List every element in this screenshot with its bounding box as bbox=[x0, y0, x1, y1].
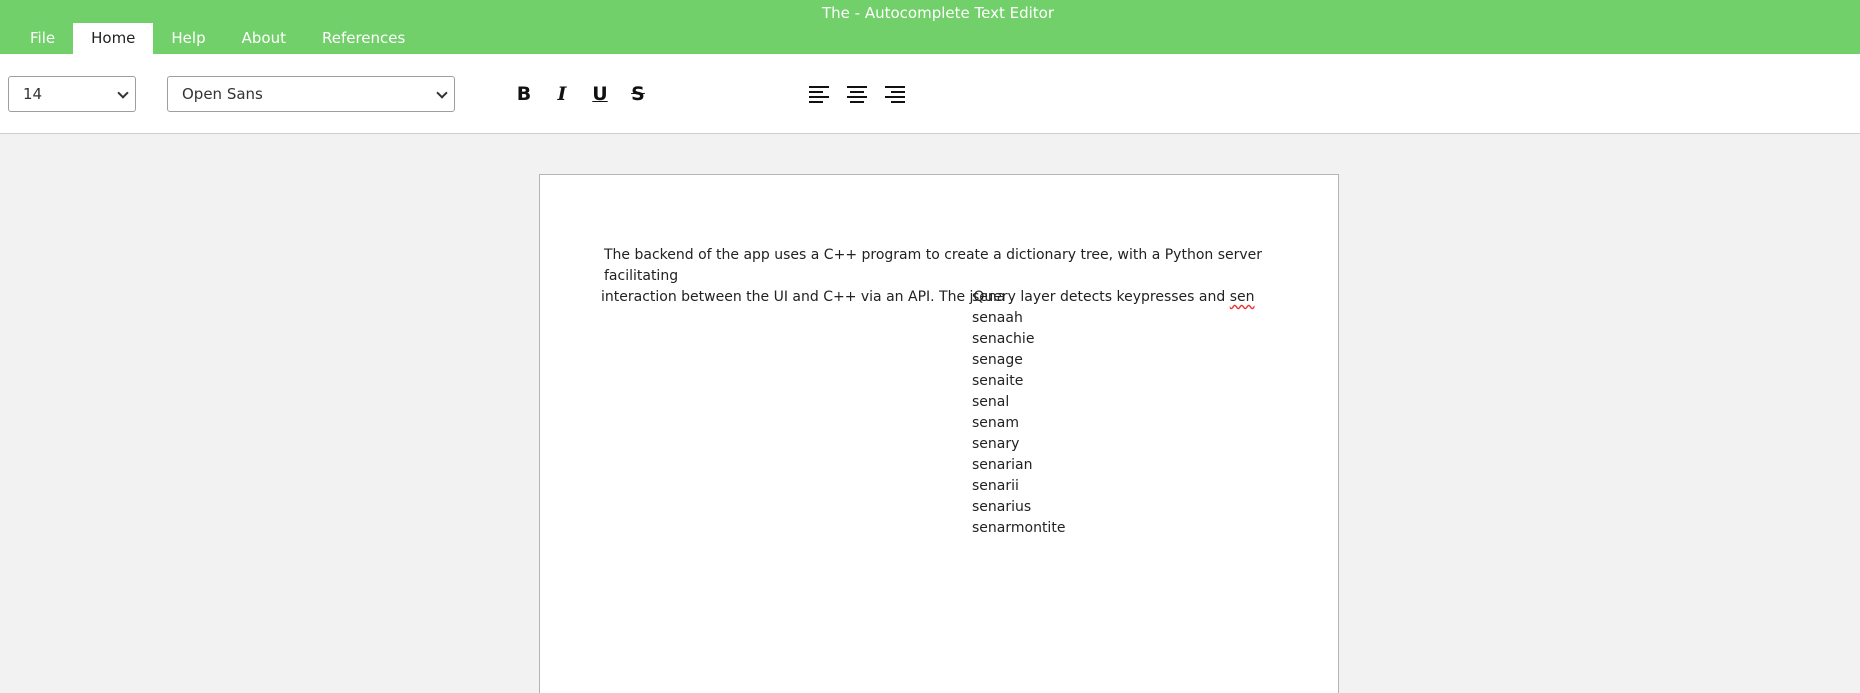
chevron-down-icon bbox=[436, 87, 448, 99]
suggestion-item[interactable]: senal bbox=[972, 392, 1112, 413]
strikethrough-icon[interactable]: S bbox=[624, 80, 652, 108]
document-line: interaction between the UI and C++ via a… bbox=[601, 287, 1301, 308]
align-left-icon[interactable] bbox=[806, 84, 832, 106]
suggestion-item[interactable]: senachie bbox=[972, 329, 1112, 350]
align-right-icon[interactable] bbox=[882, 84, 908, 106]
tab-help[interactable]: Help bbox=[153, 23, 223, 54]
tab-references[interactable]: References bbox=[304, 23, 423, 54]
suggestion-item[interactable]: senage bbox=[972, 350, 1112, 371]
document-text[interactable]: The backend of the app uses a C++ progra… bbox=[601, 245, 1301, 308]
tab-file[interactable]: File bbox=[12, 23, 73, 54]
suggestion-item[interactable]: senam bbox=[972, 413, 1112, 434]
suggestion-item[interactable]: senary bbox=[972, 434, 1112, 455]
suggestion-item[interactable]: senarmontite bbox=[972, 518, 1112, 539]
title-bar: The - Autocomplete Text Editor File Home… bbox=[0, 0, 1860, 54]
font-size-value: 14 bbox=[23, 85, 43, 103]
font-size-select[interactable]: 14 bbox=[8, 76, 136, 112]
suggestion-item[interactable]: senarii bbox=[972, 476, 1112, 497]
window-title: The - Autocomplete Text Editor bbox=[821, 4, 1054, 22]
autocomplete-dropdown: sena senaah senachie senage senaite sena… bbox=[972, 287, 1112, 539]
menu-tabs: File Home Help About References bbox=[12, 23, 423, 54]
document-line-text: interaction between the UI and C++ via a… bbox=[601, 289, 1230, 305]
suggestion-item[interactable]: senaah bbox=[972, 308, 1112, 329]
align-center-icon[interactable] bbox=[844, 84, 870, 106]
suggestion-item[interactable]: sena bbox=[972, 287, 1112, 308]
chevron-down-icon bbox=[117, 87, 129, 99]
document-page[interactable]: The backend of the app uses a C++ progra… bbox=[539, 174, 1339, 693]
italic-icon[interactable]: I bbox=[548, 80, 576, 108]
bold-icon[interactable]: B bbox=[510, 80, 538, 108]
tab-about[interactable]: About bbox=[224, 23, 304, 54]
underline-icon[interactable]: U bbox=[586, 80, 614, 108]
suggestion-item[interactable]: senarian bbox=[972, 455, 1112, 476]
document-line: The backend of the app uses a C++ progra… bbox=[604, 247, 1263, 284]
tab-home[interactable]: Home bbox=[73, 23, 154, 54]
typed-word: sen bbox=[1229, 289, 1255, 305]
font-family-value: Open Sans bbox=[182, 85, 263, 103]
suggestion-item[interactable]: senarius bbox=[972, 497, 1112, 518]
font-family-select[interactable]: Open Sans bbox=[167, 76, 455, 112]
suggestion-item[interactable]: senaite bbox=[972, 371, 1112, 392]
formatting-toolbar: 14 Open Sans B I U S bbox=[0, 54, 1860, 134]
